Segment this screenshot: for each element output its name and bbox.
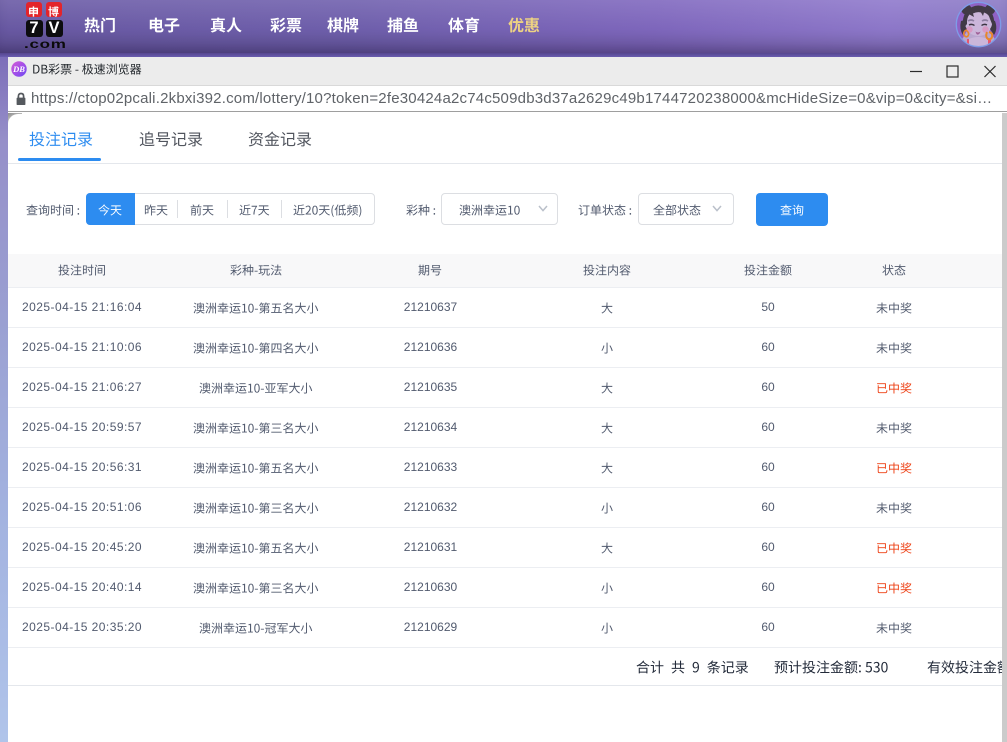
svg-text:DB: DB <box>12 64 25 74</box>
